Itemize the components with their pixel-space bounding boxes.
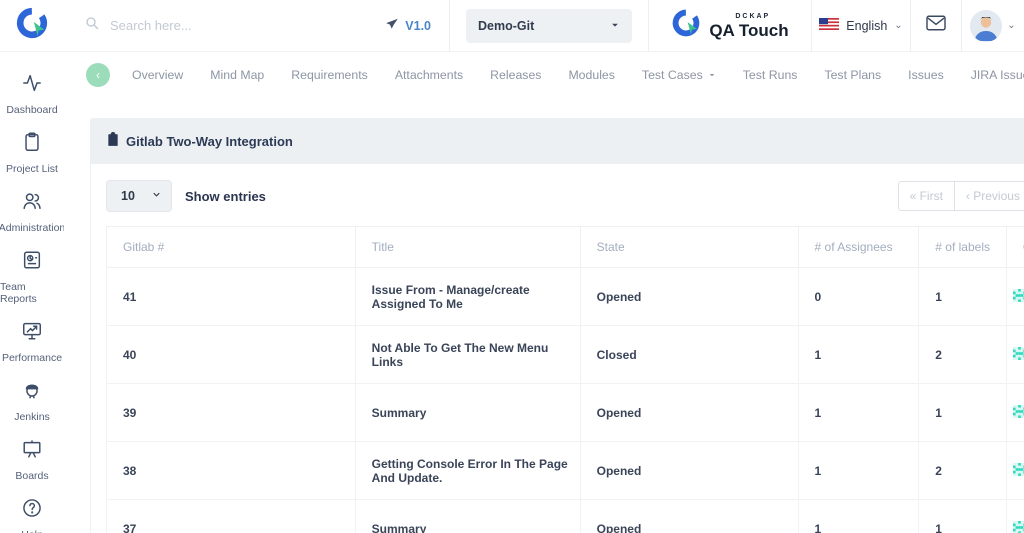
brand-top-label: DCKAP (735, 13, 788, 20)
language-select[interactable]: English ⌄ (812, 0, 910, 51)
sidebar-item-help[interactable]: Help (0, 497, 64, 533)
language-label: English (846, 19, 887, 33)
pagination-previous-button[interactable]: ‹ Previous (954, 181, 1024, 211)
app-logo[interactable] (0, 0, 64, 51)
user-identicon (1013, 521, 1024, 533)
sidebar-item-team-reports[interactable]: Team Reports (0, 249, 64, 305)
user-identicon (1013, 347, 1024, 363)
version-label: V1.0 (405, 19, 431, 33)
tab-overview[interactable]: Overview (132, 68, 183, 82)
panel-header: Gitlab Two-Way Integration Add Gitlab Is… (90, 118, 1024, 164)
col-state: State (580, 227, 798, 268)
user-menu[interactable]: ⌄ (962, 0, 1024, 51)
tab-issues[interactable]: Issues (908, 68, 944, 82)
caret-down-icon (151, 189, 162, 203)
messages-button[interactable] (911, 0, 961, 51)
tab-test-cases[interactable]: Test Cases (642, 68, 716, 82)
sidebar-item-boards[interactable]: Boards (0, 438, 64, 482)
table-header-row: Gitlab # Title State # of Assignees # of… (107, 227, 1024, 268)
tab-test-plans[interactable]: Test Plans (824, 68, 881, 82)
project-select-value: Demo-Git (478, 19, 534, 33)
brand-name-label: QA Touch (709, 22, 788, 39)
brand-logo: DCKAP QA Touch (649, 0, 811, 51)
board-icon (21, 438, 43, 465)
tab-test-runs[interactable]: Test Runs (743, 68, 798, 82)
release-icon (385, 17, 399, 34)
table-row: 41 Issue From - Manage/create Assigned T… (107, 268, 1024, 326)
performance-monitor-icon (21, 320, 43, 347)
chevron-down-icon: ⌄ (894, 20, 902, 31)
sidebar-item-project-list[interactable]: Project List (0, 131, 64, 175)
main-content: ‹ Overview Mind Map Requirements Attachm… (64, 52, 1024, 533)
qatouch-brand-icon (671, 8, 701, 43)
panel-title: Gitlab Two-Way Integration (126, 134, 293, 149)
search-input[interactable] (110, 18, 381, 33)
chevron-down-icon: ⌄ (1007, 20, 1015, 31)
col-labels: # of labels (919, 227, 1007, 268)
help-circle-icon (21, 497, 43, 524)
tab-mind-map[interactable]: Mind Map (210, 68, 264, 82)
table-row: 37 Summary Opened 1 1 premnath Nov 01 20… (107, 500, 1024, 533)
user-avatar (970, 10, 1002, 42)
user-identicon (1013, 289, 1024, 305)
user-identicon (1013, 463, 1024, 479)
tab-jira-issues[interactable]: JIRA Issues (971, 68, 1024, 82)
report-icon (21, 249, 43, 276)
page-size-select[interactable]: 10 (106, 180, 172, 212)
col-assignees: # of Assignees (798, 227, 919, 268)
tab-attachments[interactable]: Attachments (395, 68, 463, 82)
tab-releases[interactable]: Releases (490, 68, 541, 82)
global-search (64, 0, 385, 51)
tab-modules[interactable]: Modules (568, 68, 614, 82)
project-nav: ‹ Overview Mind Map Requirements Attachm… (64, 52, 1024, 98)
table-row: 38 Getting Console Error In The Page And… (107, 442, 1024, 500)
sidebar-item-administration[interactable]: Administration (0, 190, 64, 234)
gitlab-issues-table: Gitlab # Title State # of Assignees # of… (106, 226, 1024, 533)
page-size-value: 10 (121, 189, 135, 203)
gitlab-integration-panel: Gitlab Two-Way Integration Add Gitlab Is… (90, 118, 1024, 533)
caret-down-icon (708, 68, 716, 82)
search-icon (84, 15, 100, 36)
qatouch-logo-icon (15, 6, 49, 45)
show-entries-label: Show entries (185, 189, 266, 204)
users-icon (21, 190, 43, 217)
jenkins-butler-icon (21, 379, 43, 406)
clipboard-icon (21, 131, 43, 158)
mail-icon (925, 14, 947, 37)
activity-icon (21, 72, 43, 99)
caret-down-icon (610, 19, 620, 33)
version-badge: V1.0 (385, 0, 449, 51)
tab-requirements[interactable]: Requirements (291, 68, 368, 82)
sidebar: Dashboard Project List Administration Te… (0, 52, 64, 533)
pagination-first-button[interactable]: « First (898, 181, 955, 211)
table-row: 39 Summary Opened 1 1 premnath Nov 11 20… (107, 384, 1024, 442)
project-select[interactable]: Demo-Git (466, 9, 632, 43)
col-created-by: Created By (1006, 227, 1024, 268)
panel-body: 10 Show entries « First ‹ Previous 1 2 3 (90, 164, 1024, 533)
table-row: 40 Not Able To Get The New Menu Links Cl… (107, 326, 1024, 384)
user-identicon (1013, 405, 1024, 421)
sidebar-item-jenkins[interactable]: Jenkins (0, 379, 64, 423)
clipboard-title-icon (106, 132, 120, 150)
col-title: Title (355, 227, 580, 268)
sidebar-item-performance[interactable]: Performance (0, 320, 64, 364)
pagination: « First ‹ Previous 1 2 3 4 5 Next › Last… (898, 181, 1024, 211)
us-flag-icon (819, 18, 839, 33)
nav-scroll-left-button[interactable]: ‹ (86, 63, 110, 87)
top-bar: V1.0 Demo-Git DCKAP QA Touch (0, 0, 1024, 52)
sidebar-item-dashboard[interactable]: Dashboard (0, 72, 64, 116)
col-gitlab-number: Gitlab # (107, 227, 356, 268)
